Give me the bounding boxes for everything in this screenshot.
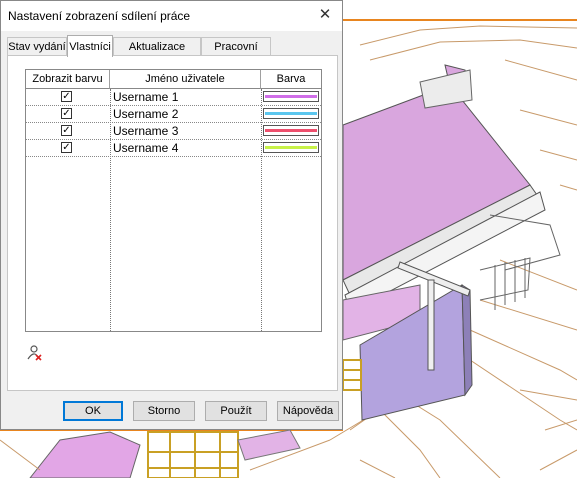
color-swatch[interactable] (263, 125, 319, 136)
apply-button[interactable]: Použít (205, 401, 267, 421)
tab-worksets[interactable]: Pracovní sady (201, 37, 271, 71)
ok-button[interactable]: OK (63, 401, 123, 421)
username-cell: Username 3 (113, 124, 179, 138)
tab-model-updates[interactable]: Aktualizace modelu (113, 37, 201, 71)
table-row[interactable]: ✓ Username 4 (26, 140, 321, 157)
dialog-title: Nastavení zobrazení sdílení práce (8, 9, 191, 23)
cancel-button[interactable]: Storno (133, 401, 195, 421)
table-row[interactable]: ✓ Username 1 (26, 89, 321, 106)
title-bar[interactable]: Nastavení zobrazení sdílení práce ✕ (1, 1, 342, 31)
help-button[interactable]: Nápověda (277, 401, 339, 421)
worksharing-display-settings-dialog: Nastavení zobrazení sdílení práce ✕ Stav… (0, 0, 343, 430)
username-cell: Username 2 (113, 107, 179, 121)
show-color-checkbox[interactable]: ✓ (61, 142, 72, 153)
owners-panel: Zobrazit barvu Jméno uživatele Barva ✓ U… (7, 55, 338, 391)
username-cell: Username 4 (113, 141, 179, 155)
user-remove-icon[interactable] (26, 344, 44, 362)
table-row[interactable]: ✓ Username 2 (26, 106, 321, 123)
owners-table: Zobrazit barvu Jméno uživatele Barva ✓ U… (25, 69, 322, 332)
close-icon[interactable]: ✕ (314, 5, 336, 25)
username-cell: Username 1 (113, 90, 179, 104)
color-swatch[interactable] (263, 91, 319, 102)
show-color-checkbox[interactable]: ✓ (61, 91, 72, 102)
table-row[interactable]: ✓ Username 3 (26, 123, 321, 140)
show-color-checkbox[interactable]: ✓ (61, 108, 72, 119)
tab-checkout-status[interactable]: Stav vydání (7, 37, 67, 55)
color-swatch[interactable] (263, 142, 319, 153)
color-swatch[interactable] (263, 108, 319, 119)
column-header-username: Jméno uživatele (110, 70, 261, 89)
column-header-show-color: Zobrazit barvu (26, 70, 110, 89)
show-color-checkbox[interactable]: ✓ (61, 125, 72, 136)
tab-owners[interactable]: Vlastníci (67, 35, 113, 57)
column-header-color: Barva (261, 70, 321, 89)
